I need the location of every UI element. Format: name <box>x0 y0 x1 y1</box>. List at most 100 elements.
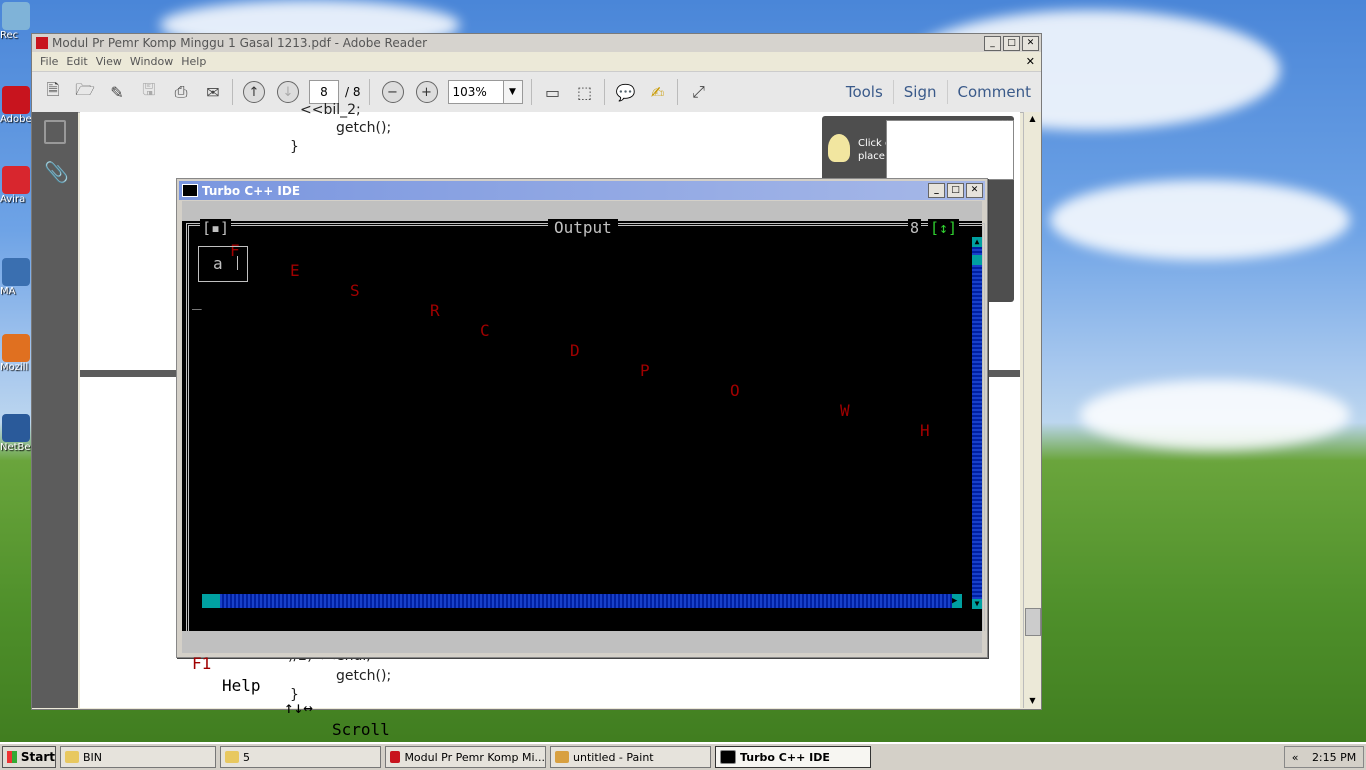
text-caret <box>237 256 238 270</box>
create-pdf-icon[interactable]: 🗎 <box>42 80 64 103</box>
output-horizontal-scrollbar[interactable]: ▶ <box>202 594 962 608</box>
turbo-cpp-window: Turbo C++ IDE _ □ ✕ ≡ File Edit Search R… <box>176 178 988 739</box>
firefox-icon <box>2 334 30 362</box>
comment-bubble-icon[interactable]: 💬 <box>615 81 637 103</box>
code-line: getch(); <box>336 668 392 684</box>
tray-expand-icon[interactable]: « <box>1292 751 1299 764</box>
scroll-thumb[interactable] <box>202 594 220 608</box>
maximize-button[interactable]: □ <box>1003 35 1020 51</box>
tc-title: Turbo C++ IDE <box>202 183 301 198</box>
scroll-down-icon[interactable]: ▼ <box>1024 694 1041 708</box>
folder-icon <box>65 751 79 763</box>
chevron-down-icon[interactable]: ▼ <box>503 80 523 104</box>
desktop-icon-recycle-bin[interactable]: Rec <box>0 2 32 41</box>
task-adobe-reader[interactable]: Modul Pr Pemr Komp Mi... <box>385 746 546 768</box>
close-icon[interactable]: ✕ <box>1001 118 1010 131</box>
close-button[interactable]: ✕ <box>1022 35 1039 51</box>
scroll-up-icon[interactable]: ▲ <box>972 237 982 247</box>
system-tray: « 2:15 PM <box>1284 746 1364 768</box>
windows-logo-icon <box>7 751 17 763</box>
dos-screen: ≡ File Edit Search Run Compile Debug Pro… <box>182 201 985 739</box>
lightbulb-icon <box>828 134 850 162</box>
scroll-thumb[interactable] <box>972 255 982 265</box>
folder-icon <box>225 751 239 763</box>
email-icon[interactable]: ✉ <box>202 81 224 103</box>
minimize-button[interactable]: _ <box>928 183 945 198</box>
reader-title-bar[interactable]: Modul Pr Pemr Komp Minggu 1 Gasal 1213.p… <box>32 34 1041 52</box>
page-thumbnails-icon[interactable] <box>44 120 66 144</box>
netbeans-icon <box>2 414 30 442</box>
task-paint[interactable]: untitled - Paint <box>550 746 711 768</box>
previous-page-icon[interactable]: ↑ <box>243 81 265 103</box>
desktop-icon-ma[interactable]: MA <box>0 258 32 297</box>
edit-icon[interactable]: ✎ <box>106 81 128 103</box>
desktop-icon-mozilla[interactable]: Mozill <box>0 334 32 373</box>
code-line: } <box>290 139 299 155</box>
menu-view[interactable]: View <box>96 55 122 68</box>
fit-page-icon[interactable]: ▭ <box>542 81 564 103</box>
fit-width-icon[interactable]: ⬚ <box>574 81 596 103</box>
open-icon[interactable]: 🗁 <box>74 80 96 103</box>
start-button[interactable]: Start <box>2 746 56 768</box>
window-zoom-box[interactable]: [↕] <box>928 219 960 237</box>
f1-key[interactable]: F1 <box>192 653 211 675</box>
scroll-down-icon[interactable]: ▼ <box>972 599 982 609</box>
sign-link[interactable]: Sign <box>892 80 947 104</box>
attachments-icon[interactable]: 📎 <box>44 160 69 184</box>
maximize-button[interactable]: □ <box>947 183 964 198</box>
menu-window[interactable]: Window <box>130 55 173 68</box>
menu-help[interactable]: Help <box>181 55 206 68</box>
clock[interactable]: 2:15 PM <box>1312 751 1356 764</box>
desktop-icon-avira[interactable]: Avira <box>0 166 32 205</box>
next-page-icon[interactable]: ↓ <box>277 81 299 103</box>
menu-file[interactable]: File <box>40 55 58 68</box>
output-frame-title: Output <box>548 219 618 237</box>
task-turbo-cpp[interactable]: Turbo C++ IDE <box>715 746 871 768</box>
desktop-icon-netbeans[interactable]: NetBe <box>0 414 32 453</box>
document-scrollbar[interactable]: ▲ ▼ <box>1023 112 1041 708</box>
window-number: 8 <box>908 219 922 237</box>
toolbar-divider <box>676 79 678 105</box>
toolbar-divider <box>232 79 233 105</box>
task-bin[interactable]: BIN <box>60 746 216 768</box>
scroll-thumb[interactable] <box>1025 608 1041 636</box>
output-text-box: a <box>198 246 248 282</box>
reader-menu-bar: File Edit View Window Help ✕ <box>32 52 1041 71</box>
menu-edit[interactable]: Edit <box>66 55 87 68</box>
navigation-pane: 📎 <box>32 112 78 708</box>
page-total: / 8 <box>345 85 361 99</box>
output-window-frame <box>186 223 985 631</box>
print-icon[interactable]: ⎙ <box>170 81 192 103</box>
scroll-right-icon[interactable]: ▶ <box>952 594 962 608</box>
code-line: <<bil_2; <box>300 102 361 118</box>
save-icon[interactable]: 🖫 <box>138 80 160 103</box>
scroll-up-icon[interactable]: ▲ <box>1024 112 1041 126</box>
comment-link[interactable]: Comment <box>946 80 1042 104</box>
tc-title-bar[interactable]: Turbo C++ IDE _ □ ✕ <box>179 181 985 200</box>
reader-toolbar: 🗎 🗁 ✎ 🖫 ⎙ ✉ ↑ ↓ 8 / 8 − + 103% ▼ ▭ ⬚ 💬 ✍… <box>32 71 1041 113</box>
desktop-icon-adobe[interactable]: Adobe <box>0 86 32 125</box>
tools-link[interactable]: Tools <box>836 80 893 104</box>
reader-title: Modul Pr Pemr Komp Minggu 1 Gasal 1213.p… <box>52 36 428 50</box>
recycle-bin-icon <box>2 2 30 30</box>
window-close-box[interactable]: [▪] <box>200 219 232 237</box>
pdf-icon <box>36 37 48 49</box>
zoom-input[interactable]: 103% <box>447 80 504 104</box>
document-close-icon[interactable]: ✕ <box>1026 55 1035 68</box>
task-folder-5[interactable]: 5 <box>220 746 381 768</box>
tip-preview-image <box>886 120 1014 180</box>
output-cursor: _ <box>192 291 202 310</box>
zoom-out-icon[interactable]: − <box>381 81 404 103</box>
close-button[interactable]: ✕ <box>966 183 983 198</box>
console-icon <box>720 750 736 764</box>
toolbar-divider <box>368 79 370 105</box>
code-line: getch(); <box>336 120 392 136</box>
minimize-button[interactable]: _ <box>984 35 1001 51</box>
taskbar: Start BIN 5 Modul Pr Pemr Komp Mi... unt… <box>0 742 1366 770</box>
arrow-keys-hint: ↑↓↔ <box>284 698 313 717</box>
zoom-in-icon[interactable]: + <box>415 81 438 103</box>
fullscreen-icon[interactable]: ⤢ <box>688 81 710 103</box>
highlight-icon[interactable]: ✍ <box>647 81 669 103</box>
output-vertical-scrollbar[interactable]: ▲ ▼ <box>972 237 982 609</box>
page-number-input[interactable]: 8 <box>309 80 339 104</box>
